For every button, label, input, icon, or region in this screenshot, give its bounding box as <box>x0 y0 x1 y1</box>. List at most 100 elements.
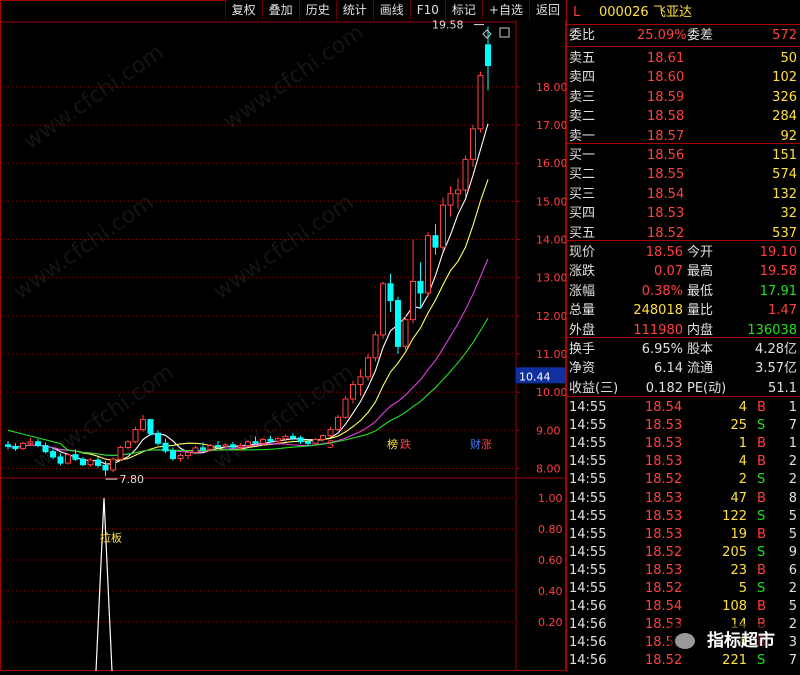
tick-price: 18.52 <box>645 544 683 560</box>
candle-body <box>320 435 326 440</box>
candle-body <box>102 464 109 471</box>
watermark-text: www.cfchi.com <box>209 190 358 305</box>
tick-row[interactable]: 14:56 18.54 108 B 5 <box>567 598 800 616</box>
tick-volume: 221 <box>722 653 747 669</box>
tick-row[interactable]: 14:55 18.54 4 B 1 <box>567 399 800 417</box>
tick-side: B <box>757 562 766 578</box>
ask-volume: 102 <box>772 70 797 86</box>
candle-body <box>5 444 11 447</box>
stat-value: 19.58 <box>759 264 797 280</box>
ask-label: 卖三 <box>569 89 596 105</box>
history-button[interactable]: 历史 <box>298 0 336 20</box>
bid-volume: 32 <box>780 206 797 222</box>
stat-row: 涨幅 0.38% 最低 17.91 <box>567 282 800 301</box>
candle-body <box>125 441 131 448</box>
tick-row[interactable]: 14:55 18.53 47 B 8 <box>567 490 800 508</box>
tick-row[interactable]: 14:55 18.53 25 S 7 <box>567 417 800 435</box>
cai-label: 财 <box>470 437 481 451</box>
ask-price: 18.60 <box>647 70 685 86</box>
tick-row[interactable]: 14:55 18.52 2 S 2 <box>567 471 800 489</box>
y-tick-label: 13.00 <box>536 272 566 285</box>
bid-row[interactable]: 买四 18.53 32 <box>567 204 800 223</box>
tick-side: B <box>757 436 766 452</box>
cai-value: 涨 <box>481 438 492 451</box>
wc-value: 572 <box>772 28 797 43</box>
bid-row[interactable]: 买三 18.54 132 <box>567 185 800 204</box>
tick-time: 14:55 <box>569 490 607 506</box>
tick-row[interactable]: 14:55 18.53 19 B 5 <box>567 526 800 544</box>
candle-body <box>12 445 19 450</box>
watermark-text: www.cfchi.com <box>9 190 158 305</box>
tick-row[interactable]: 14:55 18.53 4 B 2 <box>567 453 800 471</box>
tick-row[interactable]: 14:55 18.53 1 B 1 <box>567 435 800 453</box>
bid-row[interactable]: 买一 18.56 151 <box>567 146 800 165</box>
candle-body <box>395 300 401 347</box>
stat-label: 换手 <box>569 342 596 357</box>
tick-side: B <box>757 400 766 415</box>
stat-value: 1.47 <box>768 303 797 319</box>
ask-row[interactable]: 卖三 18.59 326 <box>567 88 800 107</box>
tick-volume: 1 <box>738 436 747 452</box>
tick-row[interactable]: 14:56 18.52 221 S 7 <box>567 652 800 670</box>
diamond-icon <box>482 29 492 39</box>
stock-flag: L <box>573 5 581 20</box>
draw-line-button[interactable]: 画线 <box>372 0 410 20</box>
tick-row[interactable]: 14:55 18.52 5 S 2 <box>567 580 800 598</box>
candle-body <box>185 451 191 456</box>
stock-name: 飞亚达 <box>653 5 693 20</box>
vol-tick-label: 0.80 <box>538 523 563 536</box>
tick-side: S <box>757 581 766 596</box>
candle-body <box>477 74 484 130</box>
tick-time: 14:56 <box>569 635 607 651</box>
stat-value: 18.56 <box>645 245 683 260</box>
candle-body <box>110 458 116 471</box>
watermark-text: www.cfchi.com <box>19 40 168 155</box>
candle-body <box>117 446 124 460</box>
mark-button[interactable]: 标记 <box>444 0 482 20</box>
ask-volume: 284 <box>772 109 797 125</box>
ask-label: 卖二 <box>569 109 596 125</box>
tick-time: 14:55 <box>569 472 607 488</box>
back-button[interactable]: 返回 <box>528 0 566 20</box>
tick-time: 14:55 <box>569 562 607 578</box>
candle-body <box>275 438 281 442</box>
candle-body <box>357 376 364 386</box>
stat-value: 0.07 <box>654 264 683 280</box>
tick-row[interactable]: 14:55 18.52 205 S 9 <box>567 544 800 562</box>
stat-row: 涨跌 0.07 最高 19.58 <box>567 262 800 281</box>
candle-body <box>402 319 409 347</box>
tick-row[interactable]: 14:55 18.53 23 B 6 <box>567 562 800 580</box>
candle-body <box>410 280 416 321</box>
stat-label: 现价 <box>569 245 596 260</box>
y-tick-label: 15.00 <box>536 195 566 208</box>
tick-price: 18.52 <box>645 581 683 596</box>
candle-body <box>290 435 296 439</box>
ask-row[interactable]: 卖四 18.60 102 <box>567 68 800 87</box>
stat-label: 最低 <box>687 283 714 299</box>
ask-row[interactable]: 卖五 18.61 50 <box>567 49 800 68</box>
bid-label: 买二 <box>569 167 596 183</box>
add-watchlist-button[interactable]: +自选 <box>481 0 529 20</box>
candle-body <box>192 447 199 453</box>
bid-row[interactable]: 买二 18.55 574 <box>567 165 800 184</box>
tick-row[interactable]: 14:55 18.53 122 S 5 <box>567 508 800 526</box>
f10-button[interactable]: F10 <box>409 0 445 20</box>
brand-text: 指标超市 <box>707 631 775 651</box>
stat-label: 净资 <box>569 361 596 377</box>
fuquan-button[interactable]: 复权 <box>224 0 262 20</box>
ask-row[interactable]: 卖二 18.58 284 <box>567 107 800 126</box>
y-tick-label: 11.00 <box>536 348 566 361</box>
candle-body <box>132 429 139 443</box>
tick-count: 8 <box>788 490 797 506</box>
y-tick-label: 17.00 <box>536 119 566 132</box>
kline-chart[interactable]: 8.00 9.00 10.00 11.00 12.00 13.00 14.00 15.00 16… <box>0 0 568 672</box>
overlay-button[interactable]: 叠加 <box>261 0 299 20</box>
tick-volume: 4 <box>738 454 747 470</box>
ask-price: 18.61 <box>647 51 685 66</box>
stats-button[interactable]: 统计 <box>335 0 373 20</box>
stat-label: 最高 <box>687 264 714 280</box>
tick-count: 6 <box>788 562 797 578</box>
rank-value: 跌 <box>400 437 411 451</box>
candle-body <box>72 454 79 460</box>
kline-chart-area[interactable]: 8.00 9.00 10.00 11.00 12.00 13.00 14.00 15.00 16… <box>0 0 568 672</box>
